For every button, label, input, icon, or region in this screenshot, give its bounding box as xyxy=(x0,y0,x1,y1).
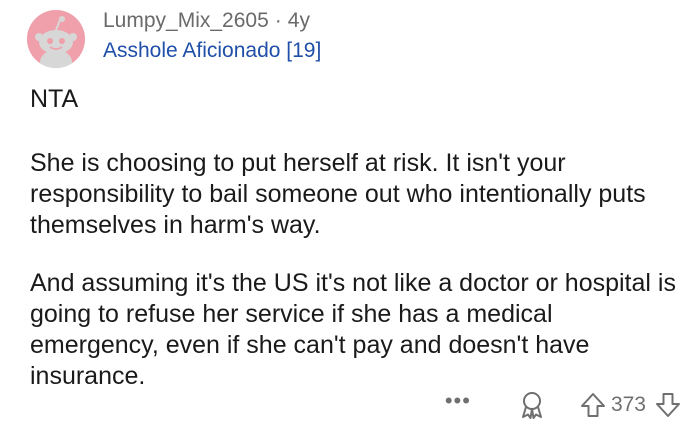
comment-age: 4y xyxy=(287,9,310,32)
comment-body: NTA She is choosing to put herself at ri… xyxy=(30,84,680,392)
user-flair: Asshole Aficionado [19] xyxy=(103,39,322,62)
snoo-avatar-icon xyxy=(27,10,85,68)
comment-meta: Lumpy_Mix_2605 · 4y xyxy=(103,8,310,34)
avatar[interactable] xyxy=(27,10,85,68)
comment-paragraph-1: She is choosing to put herself at risk. … xyxy=(30,149,646,239)
more-options-button[interactable]: ••• xyxy=(445,388,471,414)
downvote-arrow-icon[interactable] xyxy=(654,391,682,419)
vote-score: 373 xyxy=(610,393,646,416)
comment: Lumpy_Mix_2605 · 4y Asshole Aficionado [19… xyxy=(0,0,700,430)
upvote-arrow-icon[interactable] xyxy=(579,391,607,419)
award-icon[interactable] xyxy=(517,390,547,420)
comment-paragraph-2: And assuming it's the US it's not like a… xyxy=(30,269,676,390)
meta-separator: · xyxy=(274,9,282,32)
comment-actions: ••• 373 xyxy=(445,388,682,422)
author-name[interactable]: Lumpy_Mix_2605 xyxy=(103,9,269,32)
comment-verdict: NTA xyxy=(30,85,79,113)
